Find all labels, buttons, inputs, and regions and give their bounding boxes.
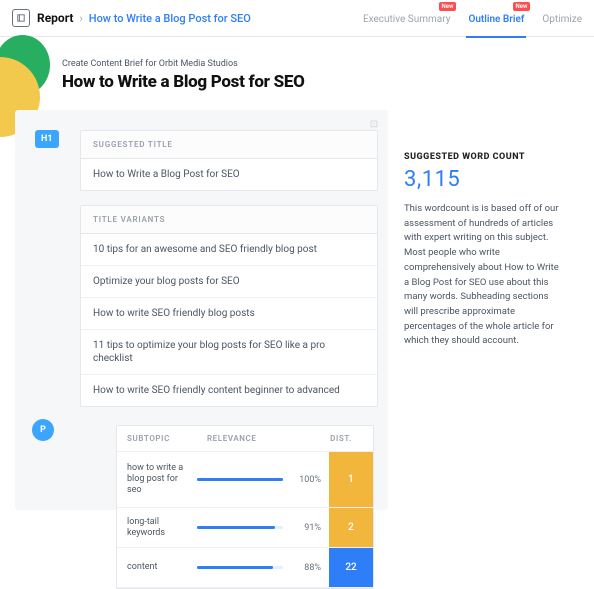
title-variant-item[interactable]: 11 tips to optimize your blog posts for … [81,330,377,375]
relevance-cell: .st-row:nth-of-type(2) .bar::before{widt… [197,475,329,485]
tab-label: Executive Summary [363,14,451,25]
suggested-title-box: SUGGESTED TITLE How to Write a Blog Post… [80,130,378,191]
page-body: Create Content Brief for Orbit Media Stu… [0,37,594,522]
relevance-bar: .st-row:nth-of-type(4) .bar::before{widt… [197,566,283,569]
page-title: How to Write a Blog Post for SEO [0,72,388,92]
brief-card: ⊡ H1 SUGGESTED TITLE How to Write a Blog… [15,110,388,510]
tab-label: Optimize [542,14,582,25]
relevance-pct: 100% [291,475,321,485]
table-row[interactable]: content .st-row:nth-of-type(4) .bar::bef… [117,548,373,588]
breadcrumb-title[interactable]: How to Write a Blog Post for SEO [89,12,251,25]
col-dist: DIST. [319,434,363,443]
table-row[interactable]: how to write a blog post for seo .st-row… [117,452,373,508]
close-icon[interactable]: ⊡ [368,118,380,130]
tab-executive-summary[interactable]: Executive Summary New [363,10,451,27]
subtopic-name: how to write a blog post for seo [117,455,197,503]
suggested-title-header: SUGGESTED TITLE [81,131,377,159]
subtopics-header: SUBTOPIC RELEVANCE DIST. [117,426,373,452]
relevance-cell: .st-row:nth-of-type(4) .bar::before{widt… [197,563,329,573]
word-count-value: 3,115 [404,167,562,192]
subtopics-section: P SUBTOPIC RELEVANCE DIST. how to write … [80,425,378,589]
chevron-right-icon: › [79,12,82,25]
tab-optimize[interactable]: Optimize [542,10,582,27]
h1-badge: H1 [35,130,59,148]
title-variants-box: TITLE VARIANTS 10 tips for an awesome an… [80,205,378,407]
tab-outline-brief[interactable]: Outline Brief New [468,10,524,27]
relevance-pct: 91% [291,523,321,533]
subtopic-name: content [117,554,197,581]
dist-badge: 2 [329,508,373,547]
pretitle: Create Content Brief for Orbit Media Stu… [0,59,388,69]
dist-badge: 1 [329,452,373,507]
col-relevance: RELEVANCE [207,434,319,443]
title-variant-item[interactable]: How to write SEO friendly blog posts [81,298,377,330]
title-variant-item[interactable]: Optimize your blog posts for SEO [81,266,377,298]
col-subtopic: SUBTOPIC [127,434,207,443]
report-icon [12,9,30,27]
breadcrumb-root[interactable]: Report [37,11,73,25]
subtopic-name: long-tail keywords [117,509,197,547]
word-count-description: This wordcount is is based off of our as… [404,202,562,349]
title-variants-header: TITLE VARIANTS [81,206,377,234]
relevance-cell: .st-row:nth-of-type(3) .bar::before{widt… [197,523,329,533]
subtopics-table: SUBTOPIC RELEVANCE DIST. how to write a … [116,425,374,589]
relevance-pct: 88% [291,563,321,573]
tab-label: Outline Brief [468,14,524,25]
word-count-label: SUGGESTED WORD COUNT [404,152,562,162]
left-column: Create Content Brief for Orbit Media Stu… [0,37,388,522]
relevance-bar: .st-row:nth-of-type(2) .bar::before{widt… [197,478,283,481]
table-row[interactable]: long-tail keywords .st-row:nth-of-type(3… [117,508,373,548]
new-badge: New [513,2,531,11]
new-badge: New [439,2,457,11]
title-variant-item[interactable]: 10 tips for an awesome and SEO friendly … [81,234,377,266]
dist-badge: 22 [329,548,373,587]
right-column: SUGGESTED WORD COUNT 3,115 This wordcoun… [388,37,594,522]
top-nav: Executive Summary New Outline Brief New … [363,10,582,27]
topbar: Report › How to Write a Blog Post for SE… [0,0,594,37]
title-variant-item[interactable]: How to write SEO friendly content beginn… [81,375,377,406]
suggested-title-value[interactable]: How to Write a Blog Post for SEO [81,159,377,190]
p-badge: P [32,419,54,441]
relevance-bar: .st-row:nth-of-type(3) .bar::before{widt… [197,526,283,529]
